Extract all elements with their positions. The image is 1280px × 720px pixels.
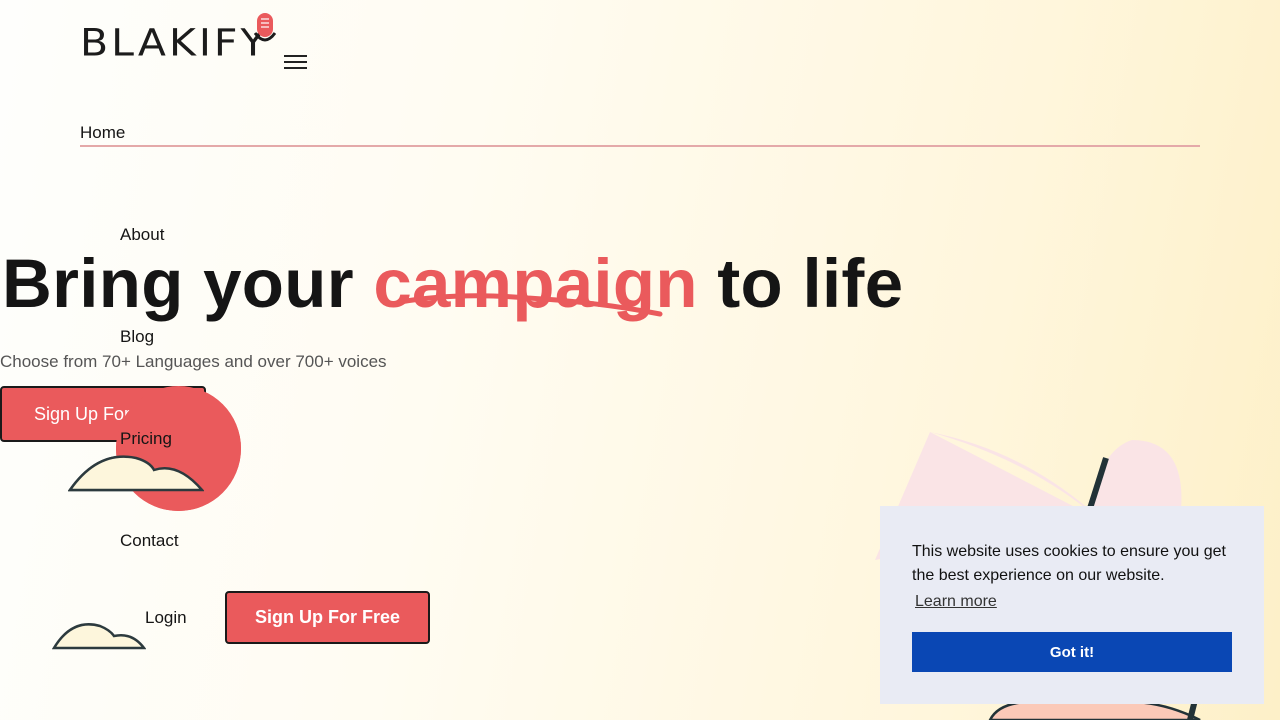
hero-title-start: Bring your xyxy=(2,245,374,322)
cloud-icon xyxy=(68,455,204,492)
cloud-icon xyxy=(52,623,146,650)
nav-item-about[interactable]: About xyxy=(120,225,164,245)
nav-item-pricing[interactable]: Pricing xyxy=(120,429,172,449)
nav-divider xyxy=(80,145,1200,147)
cookie-banner: This website uses cookies to ensure you … xyxy=(880,506,1264,704)
cookie-accept-button[interactable]: Got it! xyxy=(912,632,1232,672)
hero-title-end: to life xyxy=(697,245,904,322)
cookie-learn-more-link[interactable]: Learn more xyxy=(915,593,997,611)
hamburger-menu-button[interactable] xyxy=(284,55,307,70)
logo-text: BLAKIFY xyxy=(80,20,269,65)
microphone-icon xyxy=(254,13,276,42)
nav-item-blog[interactable]: Blog xyxy=(120,327,154,347)
hero-subtitle: Choose from 70+ Languages and over 700+ … xyxy=(0,352,387,371)
nav-item-contact[interactable]: Contact xyxy=(120,531,179,551)
login-link[interactable]: Login xyxy=(145,608,187,628)
brand-logo[interactable]: BLAKIFY xyxy=(80,13,276,65)
cookie-message: This website uses cookies to ensure you … xyxy=(912,543,1226,584)
underline-squiggle-icon xyxy=(398,293,663,317)
nav-signup-button[interactable]: Sign Up For Free xyxy=(225,591,430,644)
nav-item-home[interactable]: Home xyxy=(80,123,125,143)
